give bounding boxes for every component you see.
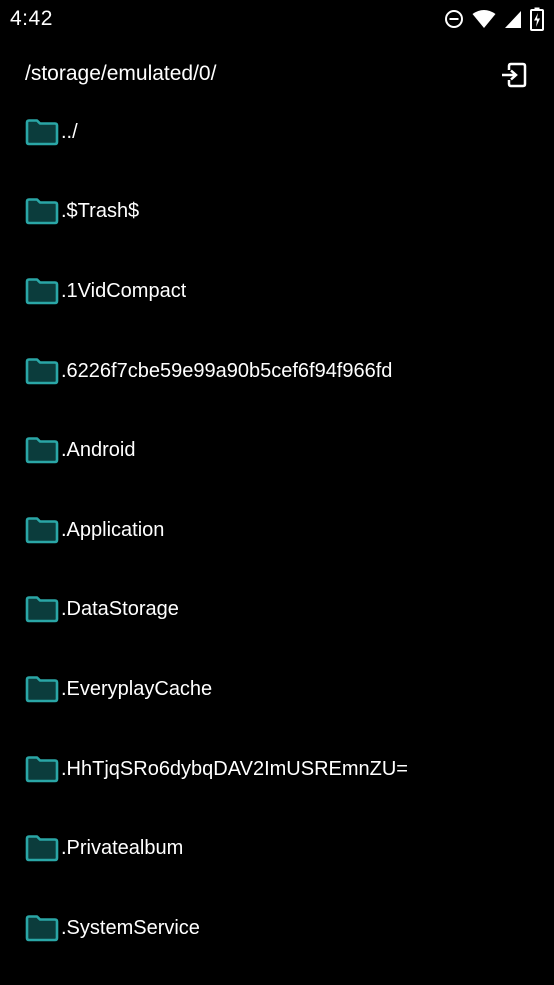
folder-icon — [25, 835, 59, 862]
file-name: .SystemService — [61, 916, 200, 939]
file-list-item[interactable]: .Application — [0, 490, 554, 570]
exit-to-app-icon — [502, 62, 527, 88]
file-list-item[interactable]: .1VidCompact — [0, 251, 554, 331]
file-name: .Privatealbum — [61, 837, 184, 860]
folder-icon — [25, 198, 59, 225]
file-name: .HhTjqSRo6dybqDAV2ImUSREmnZU= — [61, 757, 408, 780]
cellular-signal-icon — [505, 11, 521, 28]
folder-icon — [25, 118, 59, 146]
folder-icon — [25, 437, 59, 464]
current-path: /storage/emulated/0/ — [25, 62, 217, 85]
status-time: 4:42 — [10, 7, 53, 30]
folder-icon — [25, 914, 59, 942]
wifi-icon — [472, 10, 496, 28]
file-list: ../ .$Trash$ .1VidCompact .6226f7cbe59e99a9… — [0, 92, 554, 968]
folder-icon — [25, 278, 59, 305]
folder-icon — [25, 596, 59, 623]
battery-charging-icon — [530, 7, 544, 31]
file-name: .DataStorage — [61, 598, 179, 621]
file-name: .Android — [61, 439, 136, 462]
file-list-item[interactable]: ../ — [0, 92, 554, 172]
status-icons — [436, 7, 544, 31]
file-name: .6226f7cbe59e99a90b5cef6f94f966fd — [61, 359, 393, 382]
file-list-item[interactable]: .HhTjqSRo6dybqDAV2ImUSREmnZU= — [0, 729, 554, 809]
file-list-item[interactable]: .SystemService — [0, 888, 554, 968]
file-list-item[interactable]: .EveryplayCache — [0, 649, 554, 729]
file-list-item[interactable]: .DataStorage — [0, 570, 554, 650]
file-name: .1VidCompact — [61, 279, 187, 302]
file-name: .$Trash$ — [61, 200, 140, 223]
status-bar: 4:42 — [0, 0, 554, 38]
file-name: .Application — [61, 518, 165, 541]
file-list-item[interactable]: .6226f7cbe59e99a90b5cef6f94f966fd — [0, 331, 554, 411]
folder-icon — [25, 516, 59, 544]
file-list-item[interactable]: .$Trash$ — [0, 172, 554, 252]
exit-button[interactable] — [498, 58, 532, 92]
folder-icon — [25, 755, 59, 782]
folder-icon — [25, 676, 59, 703]
file-name: .EveryplayCache — [61, 677, 213, 700]
folder-icon — [25, 357, 59, 384]
file-name: ../ — [61, 120, 78, 143]
file-list-item[interactable]: .Privatealbum — [0, 808, 554, 888]
file-list-item[interactable]: .Android — [0, 410, 554, 490]
do-not-disturb-icon — [445, 10, 463, 28]
